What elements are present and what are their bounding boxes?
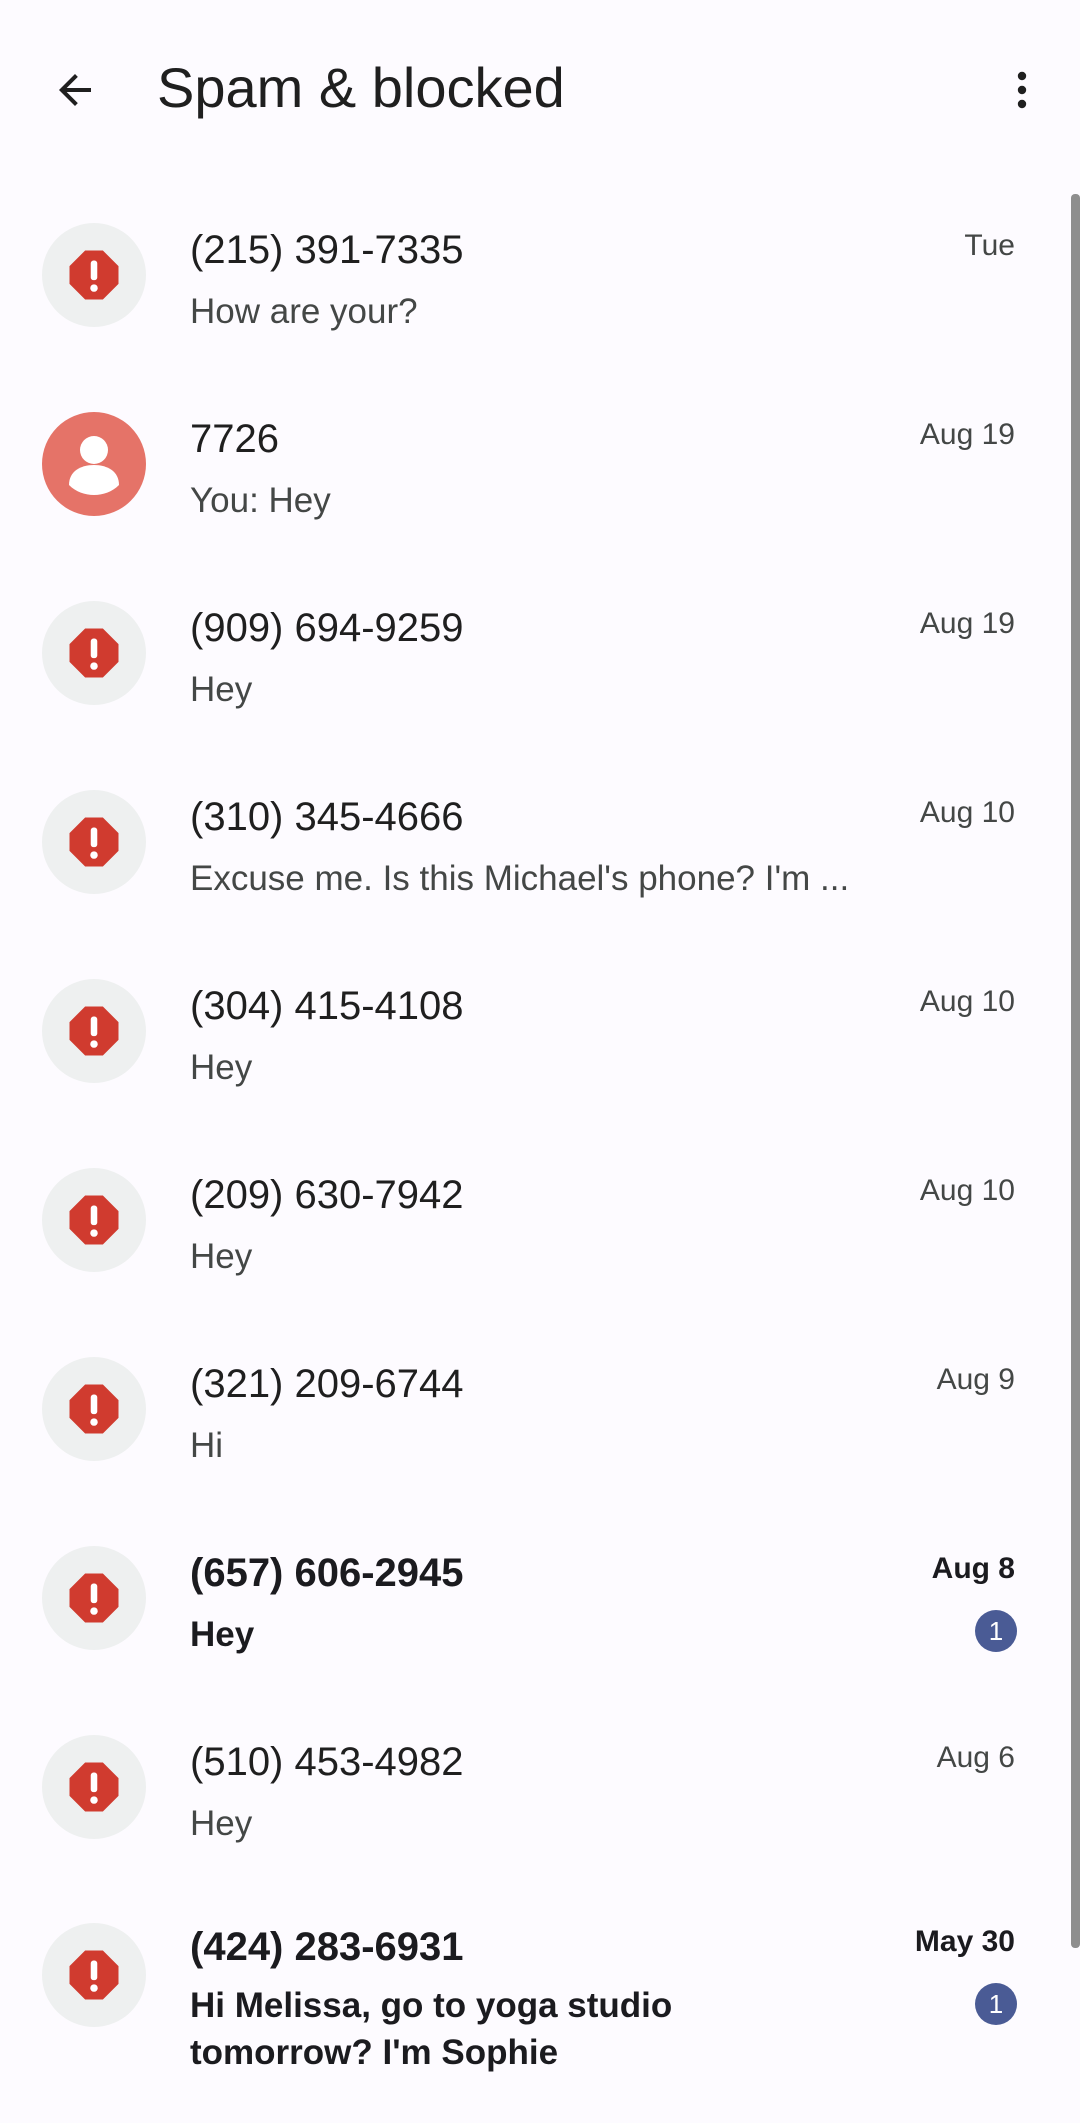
conversation-row[interactable]: 7726 You: Hey Aug 19: [0, 366, 1072, 555]
more-options-button[interactable]: [980, 45, 1064, 135]
spam-avatar: [42, 1735, 146, 1839]
contact-avatar: [42, 412, 146, 516]
message-date: Aug 10: [919, 796, 1015, 829]
message-snippet: Hey: [190, 670, 253, 709]
scrollbar[interactable]: [1071, 194, 1080, 1948]
spam-warning-icon: [69, 250, 119, 300]
spam-avatar: [42, 1546, 146, 1650]
message-date: Aug 19: [919, 607, 1015, 640]
arrow-back-icon: [59, 74, 91, 106]
back-button[interactable]: [30, 45, 120, 135]
sender-name: (424) 283-6931: [190, 1925, 464, 1969]
spam-avatar: [42, 223, 146, 327]
conversation-row[interactable]: (321) 209-6744 Hi Aug 9: [0, 1311, 1072, 1500]
spam-avatar: [42, 979, 146, 1083]
sender-name: (909) 694-9259: [190, 606, 464, 650]
spam-warning-icon: [69, 1006, 119, 1056]
spam-warning-icon: [69, 1573, 119, 1623]
message-snippet: Hey: [190, 1615, 255, 1654]
message-snippet: Excuse me. Is this Michael's phone? I'm …: [190, 859, 850, 898]
message-snippet: Hi: [190, 1426, 224, 1465]
conversation-row[interactable]: (909) 694-9259 Hey Aug 19: [0, 555, 1072, 744]
person-icon: [69, 436, 119, 495]
message-date: Aug 6: [936, 1741, 1015, 1774]
spam-warning-icon: [69, 1950, 119, 2000]
message-snippet: Hey: [190, 1237, 253, 1276]
sender-name: (510) 453-4982: [190, 1740, 464, 1784]
spam-avatar: [42, 790, 146, 894]
spam-warning-icon: [69, 817, 119, 867]
spam-warning-icon: [69, 1384, 119, 1434]
conversation-row[interactable]: (215) 391-7335 How are your? Tue: [0, 177, 1072, 366]
sender-name: (657) 606-2945: [190, 1551, 464, 1595]
spam-avatar: [42, 1923, 146, 2027]
conversation-row[interactable]: (657) 606-2945 Hey Aug 8 1: [0, 1500, 1072, 1689]
page-title: Spam & blocked: [157, 56, 565, 119]
spam-avatar: [42, 1168, 146, 1272]
conversation-row[interactable]: (510) 453-4982 Hey Aug 6: [0, 1689, 1072, 1878]
spam-warning-icon: [69, 1762, 119, 1812]
message-date: Aug 10: [919, 1174, 1015, 1207]
top-app-bar: Spam & blocked: [0, 0, 1080, 176]
message-snippet: You: Hey: [190, 481, 331, 520]
conversation-list: (215) 391-7335 How are your? Tue 7726 Yo…: [0, 177, 1072, 2108]
conversation-row[interactable]: (209) 630-7942 Hey Aug 10: [0, 1122, 1072, 1311]
message-date: May 30: [914, 1925, 1015, 1958]
sender-name: (215) 391-7335: [190, 228, 464, 272]
message-snippet: Hi Melissa, go to yoga studio tomorrow? …: [190, 1986, 673, 2072]
unread-count-badge: 1: [975, 1983, 1017, 2025]
sender-name: (209) 630-7942: [190, 1173, 464, 1217]
sender-name: (310) 345-4666: [190, 795, 464, 839]
message-snippet: How are your?: [190, 292, 418, 331]
message-snippet: Hey: [190, 1048, 253, 1087]
message-date: Aug 19: [919, 418, 1015, 451]
sender-name: (304) 415-4108: [190, 984, 464, 1028]
spam-warning-icon: [69, 1195, 119, 1245]
conversation-row[interactable]: (424) 283-6931 Hi Melissa, go to yoga st…: [0, 1878, 1072, 2108]
message-date: Aug 8: [931, 1552, 1015, 1585]
message-date: Tue: [964, 229, 1015, 262]
sender-name: (321) 209-6744: [190, 1362, 464, 1406]
message-date: Aug 9: [936, 1363, 1015, 1396]
more-vert-icon: [1017, 71, 1027, 109]
sender-name: 7726: [190, 417, 279, 461]
unread-count-badge: 1: [975, 1610, 1017, 1652]
spam-avatar: [42, 601, 146, 705]
conversation-row[interactable]: (304) 415-4108 Hey Aug 10: [0, 933, 1072, 1122]
message-snippet: Hey: [190, 1804, 253, 1843]
message-date: Aug 10: [919, 985, 1015, 1018]
spam-avatar: [42, 1357, 146, 1461]
conversation-row[interactable]: (310) 345-4666 Excuse me. Is this Michae…: [0, 744, 1072, 933]
spam-warning-icon: [69, 628, 119, 678]
